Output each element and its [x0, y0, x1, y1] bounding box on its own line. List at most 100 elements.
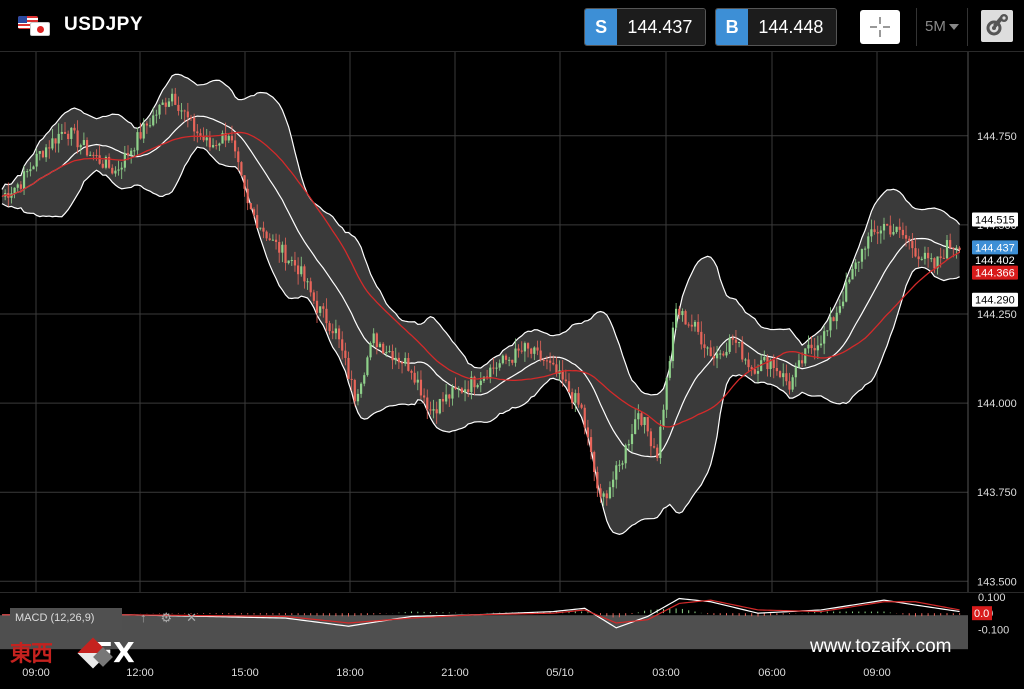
candle-body — [823, 331, 826, 344]
timeframe-dropdown[interactable]: 5M — [916, 8, 968, 46]
candle-body — [612, 479, 615, 488]
candle-body — [205, 137, 208, 141]
candle-body — [539, 350, 542, 360]
candle-body — [278, 242, 281, 253]
candle-body — [246, 188, 249, 204]
candle-body — [171, 93, 174, 102]
candle-body — [747, 359, 750, 368]
candle-body — [571, 392, 574, 403]
candle-body — [300, 266, 303, 275]
time-axis: 09:00 12:00 15:00 18:00 21:00 05/10 03:00 06:00… — [0, 659, 1024, 689]
candle-body — [552, 362, 555, 365]
candle-body — [574, 393, 577, 403]
candle-body — [303, 266, 306, 282]
candle-body — [331, 331, 334, 334]
candle-body — [174, 93, 177, 105]
y-tick-label-2: 144.250 — [977, 309, 1017, 321]
candle-body — [290, 260, 293, 262]
move-up-icon[interactable]: ↑ — [140, 610, 147, 626]
candle-body — [142, 123, 145, 139]
symbol-title[interactable]: USDJPY — [64, 14, 143, 36]
candle-body — [807, 344, 810, 349]
candle-body — [391, 350, 394, 361]
candle-body — [659, 426, 662, 459]
candle-body — [643, 417, 646, 426]
candle-body — [126, 153, 130, 156]
candle-body — [322, 306, 325, 309]
candle-body — [366, 357, 369, 376]
macd-current-value: 0.0 — [974, 608, 989, 620]
candle-body — [788, 381, 791, 390]
candle-body — [152, 115, 155, 126]
candle-body — [60, 131, 63, 134]
candle-body — [634, 419, 637, 435]
close-icon[interactable]: ✕ — [186, 610, 197, 626]
candle-body — [445, 394, 448, 402]
candle-body — [649, 431, 652, 447]
candle-body — [879, 230, 882, 234]
candle-body — [218, 143, 221, 146]
candle-body — [451, 387, 454, 399]
candle-body — [958, 247, 961, 250]
candle-body — [908, 238, 911, 241]
macd-indicator-label[interactable]: MACD (12,26,9) — [10, 608, 122, 630]
price-chart[interactable]: 144.750144.500144.250144.000143.750143.5… — [0, 52, 1024, 592]
chart-settings-button[interactable] — [981, 10, 1013, 42]
candle-body — [838, 306, 841, 313]
candle-body — [274, 239, 278, 243]
candle-body — [920, 258, 923, 260]
candle-body — [252, 209, 256, 216]
candle-body — [857, 261, 860, 263]
candle-body — [193, 117, 196, 132]
gear-icon[interactable]: ⚙ — [161, 610, 173, 626]
candle-body — [602, 493, 605, 497]
candle-body — [334, 328, 337, 334]
buy-button[interactable]: B 144.448 — [715, 8, 837, 46]
sell-button[interactable]: S 144.437 — [584, 8, 706, 46]
candle-body — [848, 279, 851, 283]
candle-body — [407, 358, 410, 371]
candle-body — [624, 445, 627, 464]
candle-body — [810, 344, 813, 349]
candle-body — [167, 101, 171, 107]
candle-body — [186, 111, 189, 118]
x-tick-label-4: 21:00 — [441, 667, 469, 679]
candle-body — [719, 353, 722, 355]
candle-body — [133, 150, 136, 152]
candle-body — [652, 446, 656, 448]
crosshair-button[interactable] — [860, 10, 900, 44]
candle-body — [45, 147, 48, 158]
candle-body — [19, 184, 22, 189]
candle-body — [665, 377, 668, 410]
candle-body — [917, 256, 920, 260]
candle-body — [816, 345, 819, 351]
candle-body — [293, 260, 297, 266]
candle-body — [448, 394, 451, 399]
candle-body — [240, 162, 243, 176]
sell-tag: S — [585, 9, 618, 45]
candle-body — [778, 371, 782, 378]
candle-body — [230, 135, 234, 141]
candle-body — [596, 471, 599, 489]
candle-body — [854, 262, 857, 269]
candle-body — [73, 127, 76, 131]
candle-body — [463, 389, 467, 393]
candle-body — [706, 347, 709, 349]
candle-body — [772, 359, 775, 369]
candle-body — [942, 257, 945, 259]
candle-body — [593, 452, 596, 472]
candle-body — [703, 344, 706, 348]
candle-body — [867, 236, 870, 249]
candle-body — [523, 343, 526, 352]
candle-body — [605, 493, 608, 499]
candle-body — [378, 343, 382, 347]
candle-body — [136, 132, 139, 151]
candle-body — [804, 348, 807, 364]
candle-body — [161, 102, 164, 105]
candle-body — [687, 324, 690, 326]
x-tick-label-2: 15:00 — [231, 667, 259, 679]
candle-body — [54, 138, 57, 144]
candle-body — [256, 215, 259, 229]
candle-body — [775, 368, 778, 372]
y-tick-label-5: 143.500 — [977, 576, 1017, 588]
